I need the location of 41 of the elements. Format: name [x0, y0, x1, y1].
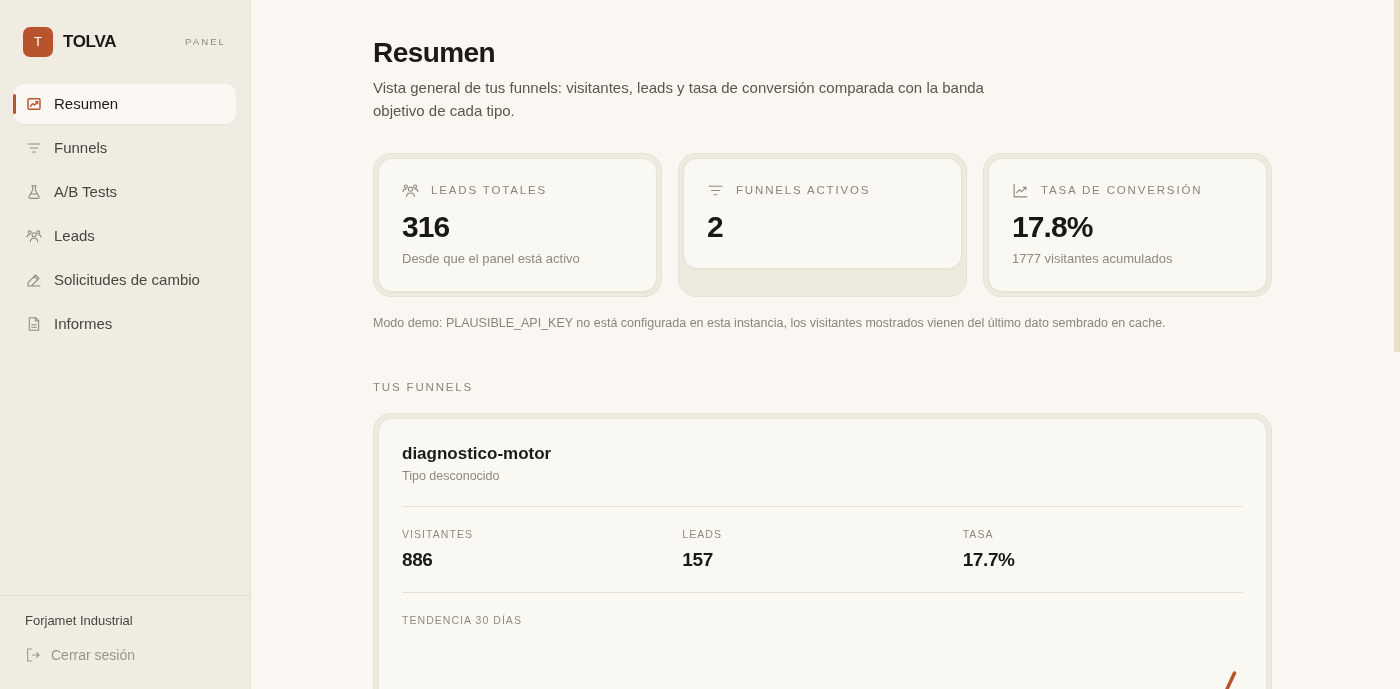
- section-heading: TUS FUNNELS: [373, 380, 475, 395]
- app-logo: T: [23, 27, 53, 57]
- chart-icon: [26, 96, 42, 112]
- demo-notice: Modo demo: PLAUSIBLE_API_KEY no está configurada en esta instancia, los visitantes mostrados vienen del último dato sembrado en cache.: [373, 315, 1167, 332]
- logout-icon: [25, 647, 41, 663]
- stat-value: 17.8%: [1012, 209, 1094, 245]
- users-icon: [26, 228, 42, 244]
- filter-icon: [26, 140, 42, 156]
- metric-value: 17.7%: [962, 548, 1015, 572]
- flask-icon: [26, 184, 42, 200]
- nav-item[interactable]: Informes: [14, 304, 236, 344]
- stat-value: 316: [402, 209, 451, 245]
- nav-item[interactable]: Resumen: [14, 84, 236, 124]
- active-indicator: [13, 94, 16, 114]
- funnel-name: diagnostico-motor: [402, 443, 553, 465]
- nav-item[interactable]: Solicitudes de cambio: [14, 260, 236, 300]
- panel-label: PANEL: [185, 34, 226, 49]
- scrollbar-thumb[interactable]: [1394, 0, 1400, 352]
- trend-label: TENDENCIA 30 DÍAS: [402, 613, 523, 627]
- stat-caption: 1777 visitantes acumulados: [1012, 250, 1174, 268]
- metric-label: LEADS: [682, 527, 722, 541]
- nav-item[interactable]: Funnels: [14, 128, 236, 168]
- stat-label: FUNNELS ACTIVOS: [736, 183, 871, 198]
- stat-value: 2: [707, 209, 724, 245]
- line-chart-icon: [1012, 181, 1029, 199]
- metric-label: TASA: [962, 527, 994, 541]
- pencil-icon: [26, 272, 42, 288]
- brand-name: TOLVA: [63, 31, 117, 54]
- document-icon: [26, 316, 42, 332]
- organization-name: Forjamet Industrial: [25, 612, 133, 630]
- metric-value: 886: [402, 548, 433, 572]
- nav-item[interactable]: Leads: [14, 216, 236, 256]
- funnel-type: Tipo desconocido: [402, 468, 501, 485]
- metric-value: 157: [682, 548, 713, 572]
- page-description: Vista general de tus funnels: visitantes, leads y tasa de conversión comparada con la banda objetivo de cada tipo.: [373, 78, 985, 121]
- stat-caption: Desde que el panel está activo: [402, 250, 581, 268]
- stat-label: LEADS TOTALES: [431, 183, 547, 198]
- stat-label: TASA DE CONVERSIÓN: [1041, 183, 1203, 198]
- nav-item[interactable]: A/B Tests: [14, 172, 236, 212]
- page-title: Resumen: [373, 36, 497, 70]
- metric-label: VISITANTES: [402, 527, 473, 541]
